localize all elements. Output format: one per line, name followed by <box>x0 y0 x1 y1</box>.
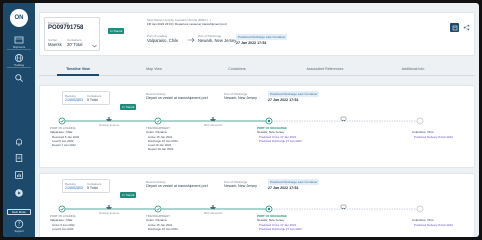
purchase-order-number: PO09791758 <box>48 25 84 31</box>
sidebar-divider <box>7 49 31 50</box>
dark-mode-button[interactable]: Dark Mode <box>7 209 31 215</box>
play-icon <box>15 189 23 197</box>
stop-event: Predicted Delivery 8 Feb 2022 <box>414 135 453 139</box>
containers-value: 20' Total <box>67 42 83 47</box>
stop-name: Colon, Panama <box>146 130 167 134</box>
tab-timeline-view[interactable]: Timeline View <box>66 67 90 71</box>
share-icon <box>463 24 470 31</box>
stop-name: Newark, New Jersey <box>257 130 285 134</box>
globe-icon <box>15 54 23 62</box>
tab-divider <box>39 75 475 76</box>
stop-marker <box>58 117 66 125</box>
bell-icon <box>16 138 22 146</box>
latest-activity-detail: FR Jan 2022 23:03 / Departure vessel at … <box>147 22 227 26</box>
stop-marker <box>416 205 424 213</box>
stop-marker <box>58 205 66 213</box>
port-of-loading: Valparaiso, Chile <box>147 38 179 43</box>
stop-marker <box>416 117 424 125</box>
tab-map-view[interactable]: Map View <box>146 67 162 71</box>
sidebar: ON Shipments Tracking Dark Mode ? Suppor… <box>3 3 35 237</box>
document-icon <box>15 153 23 162</box>
chart-icon <box>15 171 23 179</box>
stop-event: Depart 19 Jan 2022 <box>148 147 174 151</box>
help-icon: ? <box>14 219 24 229</box>
stop-event: Predicted Discharge 27 Jan 2022 <box>259 139 302 143</box>
tab-additional-info[interactable]: Additional Info <box>402 67 425 71</box>
stop-marker <box>267 119 271 123</box>
stop-name: Valparaiso, Chile <box>50 218 73 222</box>
stop-marker <box>154 117 162 125</box>
stop-name: Newark, New Jersey <box>257 218 285 222</box>
route-timeline <box>58 204 424 213</box>
tab-associated-references[interactable]: Associated References <box>307 67 344 71</box>
ship-icon <box>210 205 216 209</box>
chevron-down-icon[interactable] <box>92 44 97 48</box>
predicted-discharge-value: 27 Jan 2022 17:54 <box>236 41 267 45</box>
purchase-order-panel: Purchase Order PO09791758 Carrier Maersk… <box>44 17 100 51</box>
app-window: ON Shipments Tracking Dark Mode ? Suppor… <box>3 3 479 237</box>
carrier-value: Maersk <box>48 42 62 47</box>
share-link-button[interactable] <box>450 23 459 32</box>
arrow-right-icon <box>187 37 195 43</box>
leg-vessel: MSC Alexandra <box>203 212 223 215</box>
document-icon <box>452 25 457 30</box>
app-logo: ON <box>10 9 28 27</box>
leg-vessel: Santiago Express <box>98 212 120 215</box>
containers-dropdown[interactable]: Containers 20' Total <box>67 38 82 47</box>
stop-name: Columbus, Ohio <box>412 130 434 134</box>
view-tabs: Timeline View Map View Containers Associ… <box>39 67 475 77</box>
stop-name: Columbus, Ohio <box>412 218 434 222</box>
sidebar-item-documents[interactable] <box>3 153 35 163</box>
stop-name: Colon, Panama <box>146 218 167 222</box>
stop-event: Predicted Discharge 27 Jan 2022 <box>259 227 302 231</box>
ship-icon <box>106 205 112 209</box>
booking-card: Booking 219652803 Containers 5 Total In … <box>39 85 475 168</box>
predicted-discharge-label: Predicted Discharge Last Container <box>236 34 288 40</box>
stop-name: Valparaiso, Chile <box>50 130 73 134</box>
search-icon <box>15 74 23 82</box>
stop-marker <box>154 205 162 213</box>
stop-marker <box>267 207 271 211</box>
ship-icon <box>106 117 112 121</box>
stop-event: Predicted Delivery 8 Feb 2022 <box>414 223 453 227</box>
sidebar-item-support[interactable]: ? Support <box>3 219 35 233</box>
leg-vessel: Santiago Express <box>98 124 120 127</box>
sidebar-item-search[interactable] <box>3 73 35 83</box>
sidebar-item-shipments[interactable]: Shipments <box>3 35 35 49</box>
ship-icon <box>210 117 216 121</box>
sidebar-item-reports[interactable] <box>3 170 35 180</box>
active-tab-indicator <box>57 74 99 76</box>
share-button[interactable] <box>462 23 471 32</box>
tab-containers[interactable]: Containers <box>228 67 245 71</box>
sidebar-item-tracking[interactable]: Tracking <box>3 53 35 67</box>
sidebar-divider <box>7 67 31 68</box>
sidebar-item-notifications[interactable] <box>3 137 35 147</box>
status-badge: In Transit <box>108 28 125 34</box>
shipments-icon <box>14 36 24 44</box>
sidebar-item-label: Support <box>14 230 24 233</box>
stop-event: Discharge 16 Jan 2022 <box>148 227 178 231</box>
svg-text:?: ? <box>18 222 21 228</box>
port-of-discharge: Newark, New Jersey <box>198 38 237 43</box>
shipment-header: Purchase Order PO09791758 Carrier Maersk… <box>39 12 475 56</box>
stop-event: Load 6 Jan 2022 <box>52 227 74 231</box>
booking-card: Booking 219652802 Containers 5 Total In … <box>39 173 475 237</box>
stop-event: Depart 7 Jan 2022 <box>52 143 76 147</box>
leg-vessel: MSC Alexandra <box>203 124 223 127</box>
sidebar-item-media[interactable] <box>3 188 35 198</box>
